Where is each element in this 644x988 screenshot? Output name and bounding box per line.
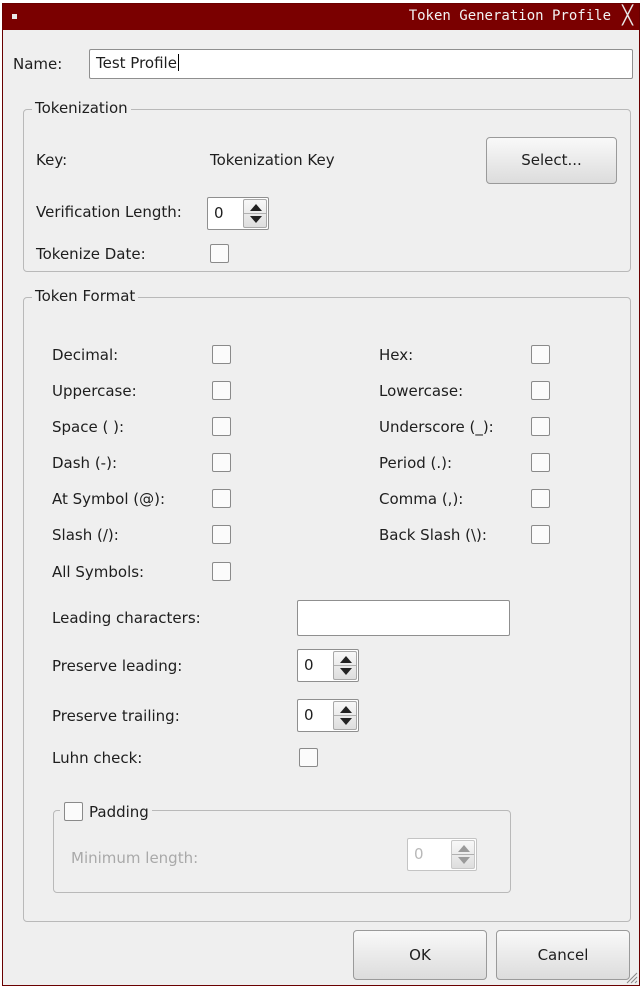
uppercase-label: Uppercase: <box>52 382 137 400</box>
name-input[interactable]: Test Profile <box>89 49 633 79</box>
decimal-checkbox[interactable] <box>212 345 231 364</box>
spin-down-icon[interactable] <box>250 216 262 223</box>
slash-checkbox[interactable] <box>212 525 231 544</box>
select-key-button[interactable]: Select... <box>486 137 617 184</box>
verification-length-label: Verification Length: <box>36 203 182 221</box>
all-symbols-checkbox[interactable] <box>212 562 231 581</box>
minimum-length-value: 0 <box>414 845 424 863</box>
preserve-leading-value: 0 <box>304 656 314 674</box>
ok-button[interactable]: OK <box>353 930 487 980</box>
title-bar[interactable]: Token Generation Profile ╳ <box>3 4 639 30</box>
spin-up-icon[interactable] <box>250 204 262 211</box>
token-format-group-title: Token Format <box>32 287 139 305</box>
tokenization-group: Tokenization Key: Tokenization Key Selec… <box>23 99 631 272</box>
tokenize-date-checkbox[interactable] <box>210 244 229 263</box>
lowercase-checkbox[interactable] <box>531 381 550 400</box>
preserve-leading-spinbox[interactable]: 0 <box>297 649 359 682</box>
spin-up-icon[interactable] <box>340 656 352 663</box>
underscore-label: Underscore (_): <box>379 418 494 436</box>
tokenize-date-label: Tokenize Date: <box>36 245 146 263</box>
at-symbol-checkbox[interactable] <box>212 489 231 508</box>
padding-group-header: Padding <box>60 798 152 821</box>
leading-characters-label: Leading characters: <box>52 609 201 627</box>
spin-up-icon[interactable] <box>340 706 352 713</box>
tokenization-group-title: Tokenization <box>32 99 131 117</box>
window-title: Token Generation Profile <box>408 8 611 24</box>
period-label: Period (.): <box>379 454 453 472</box>
close-icon[interactable]: ╳ <box>622 5 633 26</box>
padding-group: Padding Minimum length: 0 <box>53 798 511 893</box>
period-checkbox[interactable] <box>531 453 550 472</box>
spin-up-icon[interactable] <box>458 845 470 852</box>
comma-checkbox[interactable] <box>531 489 550 508</box>
spin-down-icon[interactable] <box>340 668 352 675</box>
slash-label: Slash (/): <box>52 526 119 544</box>
preserve-trailing-label: Preserve trailing: <box>52 707 180 725</box>
spin-buttons[interactable] <box>333 651 357 680</box>
minimum-length-spinbox[interactable]: 0 <box>407 838 477 871</box>
cancel-button[interactable]: Cancel <box>496 930 630 980</box>
verification-length-spinbox[interactable]: 0 <box>207 197 269 230</box>
token-generation-profile-dialog: Token Generation Profile ╳ Name: Test Pr… <box>2 3 640 986</box>
spin-down-icon[interactable] <box>458 857 470 864</box>
hex-label: Hex: <box>379 346 414 364</box>
comma-label: Comma (,): <box>379 490 464 508</box>
luhn-check-checkbox[interactable] <box>299 748 318 767</box>
spin-buttons[interactable] <box>451 840 475 869</box>
uppercase-checkbox[interactable] <box>212 381 231 400</box>
space-checkbox[interactable] <box>212 417 231 436</box>
spin-buttons[interactable] <box>333 701 357 730</box>
text-caret <box>177 54 179 71</box>
padding-checkbox[interactable] <box>64 802 83 821</box>
key-value: Tokenization Key <box>210 151 335 169</box>
back-slash-checkbox[interactable] <box>531 525 550 544</box>
hex-checkbox[interactable] <box>531 345 550 364</box>
name-label: Name: <box>13 55 63 73</box>
resize-grip-icon[interactable] <box>624 970 638 984</box>
preserve-trailing-value: 0 <box>304 706 314 724</box>
back-slash-label: Back Slash (\): <box>379 526 487 544</box>
luhn-check-label: Luhn check: <box>52 749 143 767</box>
token-format-group: Token Format Decimal: Uppercase: Space (… <box>23 287 631 922</box>
padding-label: Padding <box>89 803 149 821</box>
decimal-label: Decimal: <box>52 346 119 364</box>
window-menu-icon[interactable] <box>12 14 17 19</box>
name-input-value: Test Profile <box>96 54 177 72</box>
minimum-length-label: Minimum length: <box>71 849 199 867</box>
at-symbol-label: At Symbol (@): <box>52 490 166 508</box>
dash-label: Dash (-): <box>52 454 118 472</box>
preserve-trailing-spinbox[interactable]: 0 <box>297 699 359 732</box>
lowercase-label: Lowercase: <box>379 382 464 400</box>
spin-down-icon[interactable] <box>340 718 352 725</box>
all-symbols-label: All Symbols: <box>52 563 145 581</box>
underscore-checkbox[interactable] <box>531 417 550 436</box>
preserve-leading-label: Preserve leading: <box>52 657 183 675</box>
verification-length-value: 0 <box>214 204 224 222</box>
key-label: Key: <box>36 151 68 169</box>
dash-checkbox[interactable] <box>212 453 231 472</box>
leading-characters-input[interactable] <box>297 600 510 636</box>
space-label: Space ( ): <box>52 418 125 436</box>
spin-buttons[interactable] <box>243 199 267 228</box>
